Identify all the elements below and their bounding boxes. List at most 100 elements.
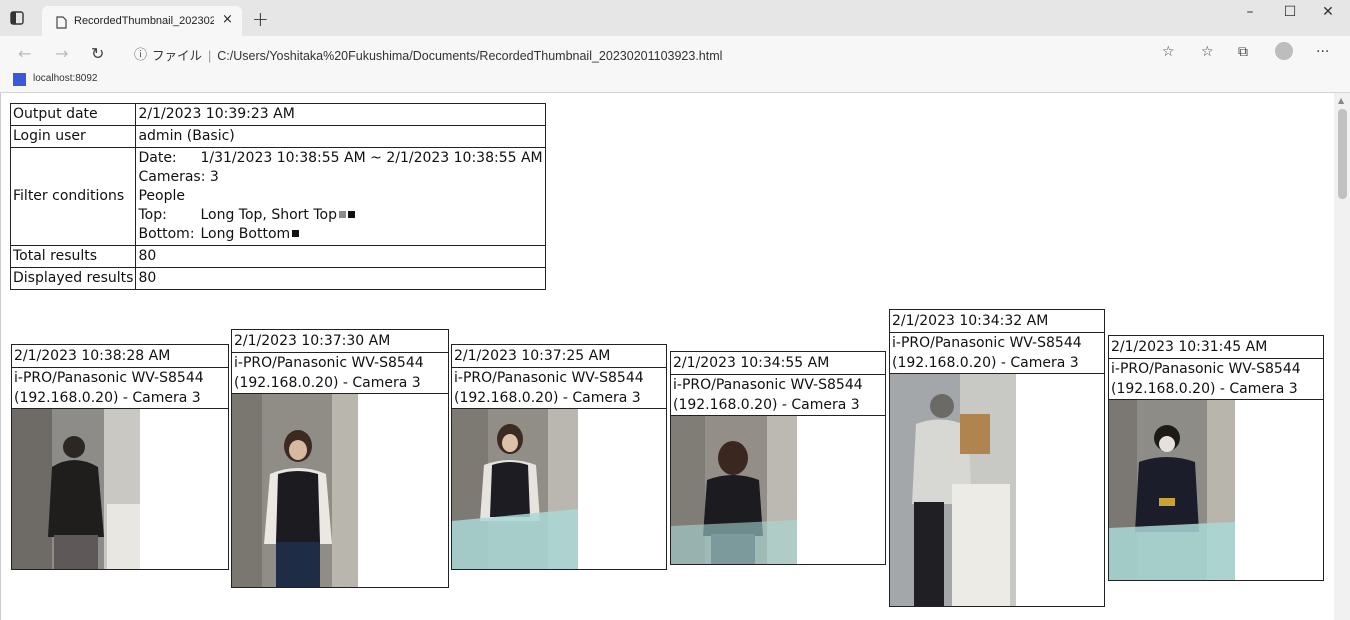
maximize-button[interactable]: ☐ [1270, 4, 1310, 20]
browser-tab[interactable]: RecordedThumbnail_20230201103923.html × [42, 6, 242, 36]
result-thumbnail[interactable] [1109, 400, 1323, 580]
total-results-value: 80 [135, 245, 546, 268]
result-camera: i-PRO/Panasonic WV-S8544 (192.168.0.20) -… [1109, 359, 1323, 400]
result-time: 2/1/2023 10:34:55 AM [671, 352, 885, 375]
result-thumbnail[interactable] [671, 416, 885, 564]
filter-conditions-value: Date: 1/31/2023 10:38:55 AM ~ 2/1/2023 10… [135, 147, 546, 246]
result-thumbnail[interactable] [890, 374, 1104, 606]
back-icon[interactable]: ← [18, 44, 31, 63]
camera-line: i-PRO/Panasonic WV-S8544 [1111, 361, 1301, 377]
login-user-value: admin (Basic) [135, 125, 546, 148]
filter-bottom-key: Bottom: [138, 226, 195, 242]
filter-bottom-value: Long Bottom [200, 226, 291, 242]
favorites-icon[interactable]: ☆ [1201, 44, 1214, 60]
result-thumbnail[interactable] [12, 409, 228, 569]
table-row: Login user admin (Basic) [9, 125, 546, 148]
table-row: Output date 2/1/2023 10:39:23 AM [9, 103, 546, 126]
camera-line: (192.168.0.20) - Camera 3 [892, 355, 1079, 371]
page-content: Output date 2/1/2023 10:39:23 AM Login u… [0, 93, 1335, 620]
filter-date-key: Date: [138, 150, 177, 166]
result-time: 2/1/2023 10:38:28 AM [12, 345, 228, 368]
collections-icon[interactable]: ⧉ [1238, 44, 1248, 60]
filter-cameras-value: 3 [209, 169, 219, 185]
summary-table: Output date 2/1/2023 10:39:23 AM Login u… [9, 103, 546, 290]
new-tab-button[interactable]: + [252, 7, 269, 31]
camera-line: (192.168.0.20) - Camera 3 [673, 397, 860, 413]
bookmark-grid-icon [13, 73, 26, 86]
info-icon[interactable]: ⓘ [134, 44, 147, 63]
black-swatch-icon [292, 230, 300, 237]
output-date-value: 2/1/2023 10:39:23 AM [135, 103, 546, 126]
result-time: 2/1/2023 10:37:30 AM [232, 330, 448, 353]
tab-strip: RecordedThumbnail_20230201103923.html × … [0, 0, 1350, 36]
camera-line: i-PRO/Panasonic WV-S8544 [234, 355, 424, 371]
address-url: C:/Users/Yoshitaka%20Fukushima/Documents… [217, 49, 723, 63]
address-text[interactable]: ファイル | C:/Users/Yoshitaka%20Fukushima/Docu… [152, 45, 722, 64]
table-row: Filter conditions Date: 1/31/2023 10:38:5… [9, 147, 546, 246]
bookmarks-bar: localhost:8092 [0, 68, 1350, 93]
scroll-up-icon[interactable]: ▲ [1338, 96, 1344, 105]
result-time: 2/1/2023 10:31:45 AM [1109, 336, 1323, 359]
camera-line: i-PRO/Panasonic WV-S8544 [673, 377, 863, 393]
table-row: Total results 80 [9, 245, 546, 268]
result-card[interactable]: 2/1/2023 10:34:32 AM i-PRO/Panasonic WV-… [889, 309, 1105, 607]
displayed-results-label: Displayed results [9, 267, 137, 290]
refresh-icon[interactable]: ↻ [91, 44, 104, 63]
vertical-scrollbar[interactable]: ▲ [1334, 93, 1350, 620]
add-favorite-icon[interactable]: ☆ [1162, 44, 1175, 60]
more-icon[interactable]: ··· [1316, 44, 1329, 60]
login-user-label: Login user [9, 125, 137, 148]
navigation-bar: ← → ↻ ⓘ ファイル | C:/Users/Yoshitaka%20Fukush… [0, 36, 1350, 68]
filter-date-value: 1/31/2023 10:38:55 AM ~ 2/1/2023 10:38:5… [200, 150, 543, 166]
forward-icon[interactable]: → [55, 44, 68, 63]
camera-line: i-PRO/Panasonic WV-S8544 [892, 335, 1082, 351]
address-separator: | [208, 49, 212, 63]
total-results-label: Total results [9, 245, 137, 268]
result-camera: i-PRO/Panasonic WV-S8544 (192.168.0.20) -… [232, 353, 448, 394]
address-prefix: ファイル [152, 49, 203, 63]
filter-conditions-label: Filter conditions [9, 147, 137, 246]
black-swatch-icon [347, 211, 355, 218]
filter-date: Date: 1/31/2023 10:38:55 AM ~ 2/1/2023 10… [138, 149, 542, 168]
result-card[interactable]: 2/1/2023 10:37:30 AM i-PRO/Panasonic WV-… [231, 329, 449, 588]
filter-top-value: Long Top, Short Top [200, 207, 337, 223]
result-thumbnail[interactable] [232, 394, 448, 587]
camera-line: (192.168.0.20) - Camera 3 [14, 390, 201, 406]
tab-title: RecordedThumbnail_20230201103923.html [74, 15, 214, 27]
output-date-label: Output date [9, 103, 137, 126]
result-camera: i-PRO/Panasonic WV-S8544 (192.168.0.20) -… [671, 375, 885, 416]
camera-line: (192.168.0.20) - Camera 3 [234, 375, 421, 391]
result-time: 2/1/2023 10:34:32 AM [890, 310, 1104, 333]
filter-people: People [138, 188, 185, 204]
result-camera: i-PRO/Panasonic WV-S8544 (192.168.0.20) -… [12, 368, 228, 409]
result-thumbnail[interactable] [452, 409, 666, 569]
camera-line: (192.168.0.20) - Camera 3 [454, 390, 641, 406]
gray-swatch-icon [338, 211, 346, 218]
camera-line: i-PRO/Panasonic WV-S8544 [14, 370, 204, 386]
scroll-thumb[interactable] [1338, 109, 1347, 199]
result-time: 2/1/2023 10:37:25 AM [452, 345, 666, 368]
camera-line: (192.168.0.20) - Camera 3 [1111, 381, 1298, 397]
close-window-button[interactable]: ✕ [1308, 4, 1348, 20]
result-card[interactable]: 2/1/2023 10:38:28 AM i-PRO/Panasonic WV-… [11, 344, 229, 570]
tab-close-icon[interactable]: × [222, 12, 233, 27]
table-row: Displayed results 80 [9, 267, 546, 290]
result-camera: i-PRO/Panasonic WV-S8544 (192.168.0.20) -… [890, 333, 1104, 374]
profile-avatar[interactable] [1275, 42, 1293, 60]
filter-bottom: Bottom: Long Bottom [138, 225, 542, 244]
bookmark-localhost[interactable]: localhost:8092 [33, 73, 98, 84]
filter-cameras: Cameras: 3 [138, 168, 542, 187]
result-camera: i-PRO/Panasonic WV-S8544 (192.168.0.20) -… [452, 368, 666, 409]
filter-cameras-key: Cameras: [138, 169, 206, 185]
displayed-results-value: 80 [135, 267, 546, 290]
camera-line: i-PRO/Panasonic WV-S8544 [454, 370, 644, 386]
result-card[interactable]: 2/1/2023 10:37:25 AM i-PRO/Panasonic WV-… [451, 344, 667, 570]
filter-top-key: Top: [138, 207, 167, 223]
minimize-button[interactable]: – [1230, 4, 1270, 20]
address-bar[interactable]: ⓘ ファイル | C:/Users/Yoshitaka%20Fukushima/Do… [124, 40, 1179, 64]
result-card[interactable]: 2/1/2023 10:34:55 AM i-PRO/Panasonic WV-… [670, 351, 886, 565]
tab-actions-icon[interactable] [10, 10, 26, 26]
page-icon [56, 14, 67, 29]
result-card[interactable]: 2/1/2023 10:31:45 AM i-PRO/Panasonic WV-… [1108, 335, 1324, 581]
filter-top: Top: Long Top, Short Top [138, 206, 542, 225]
